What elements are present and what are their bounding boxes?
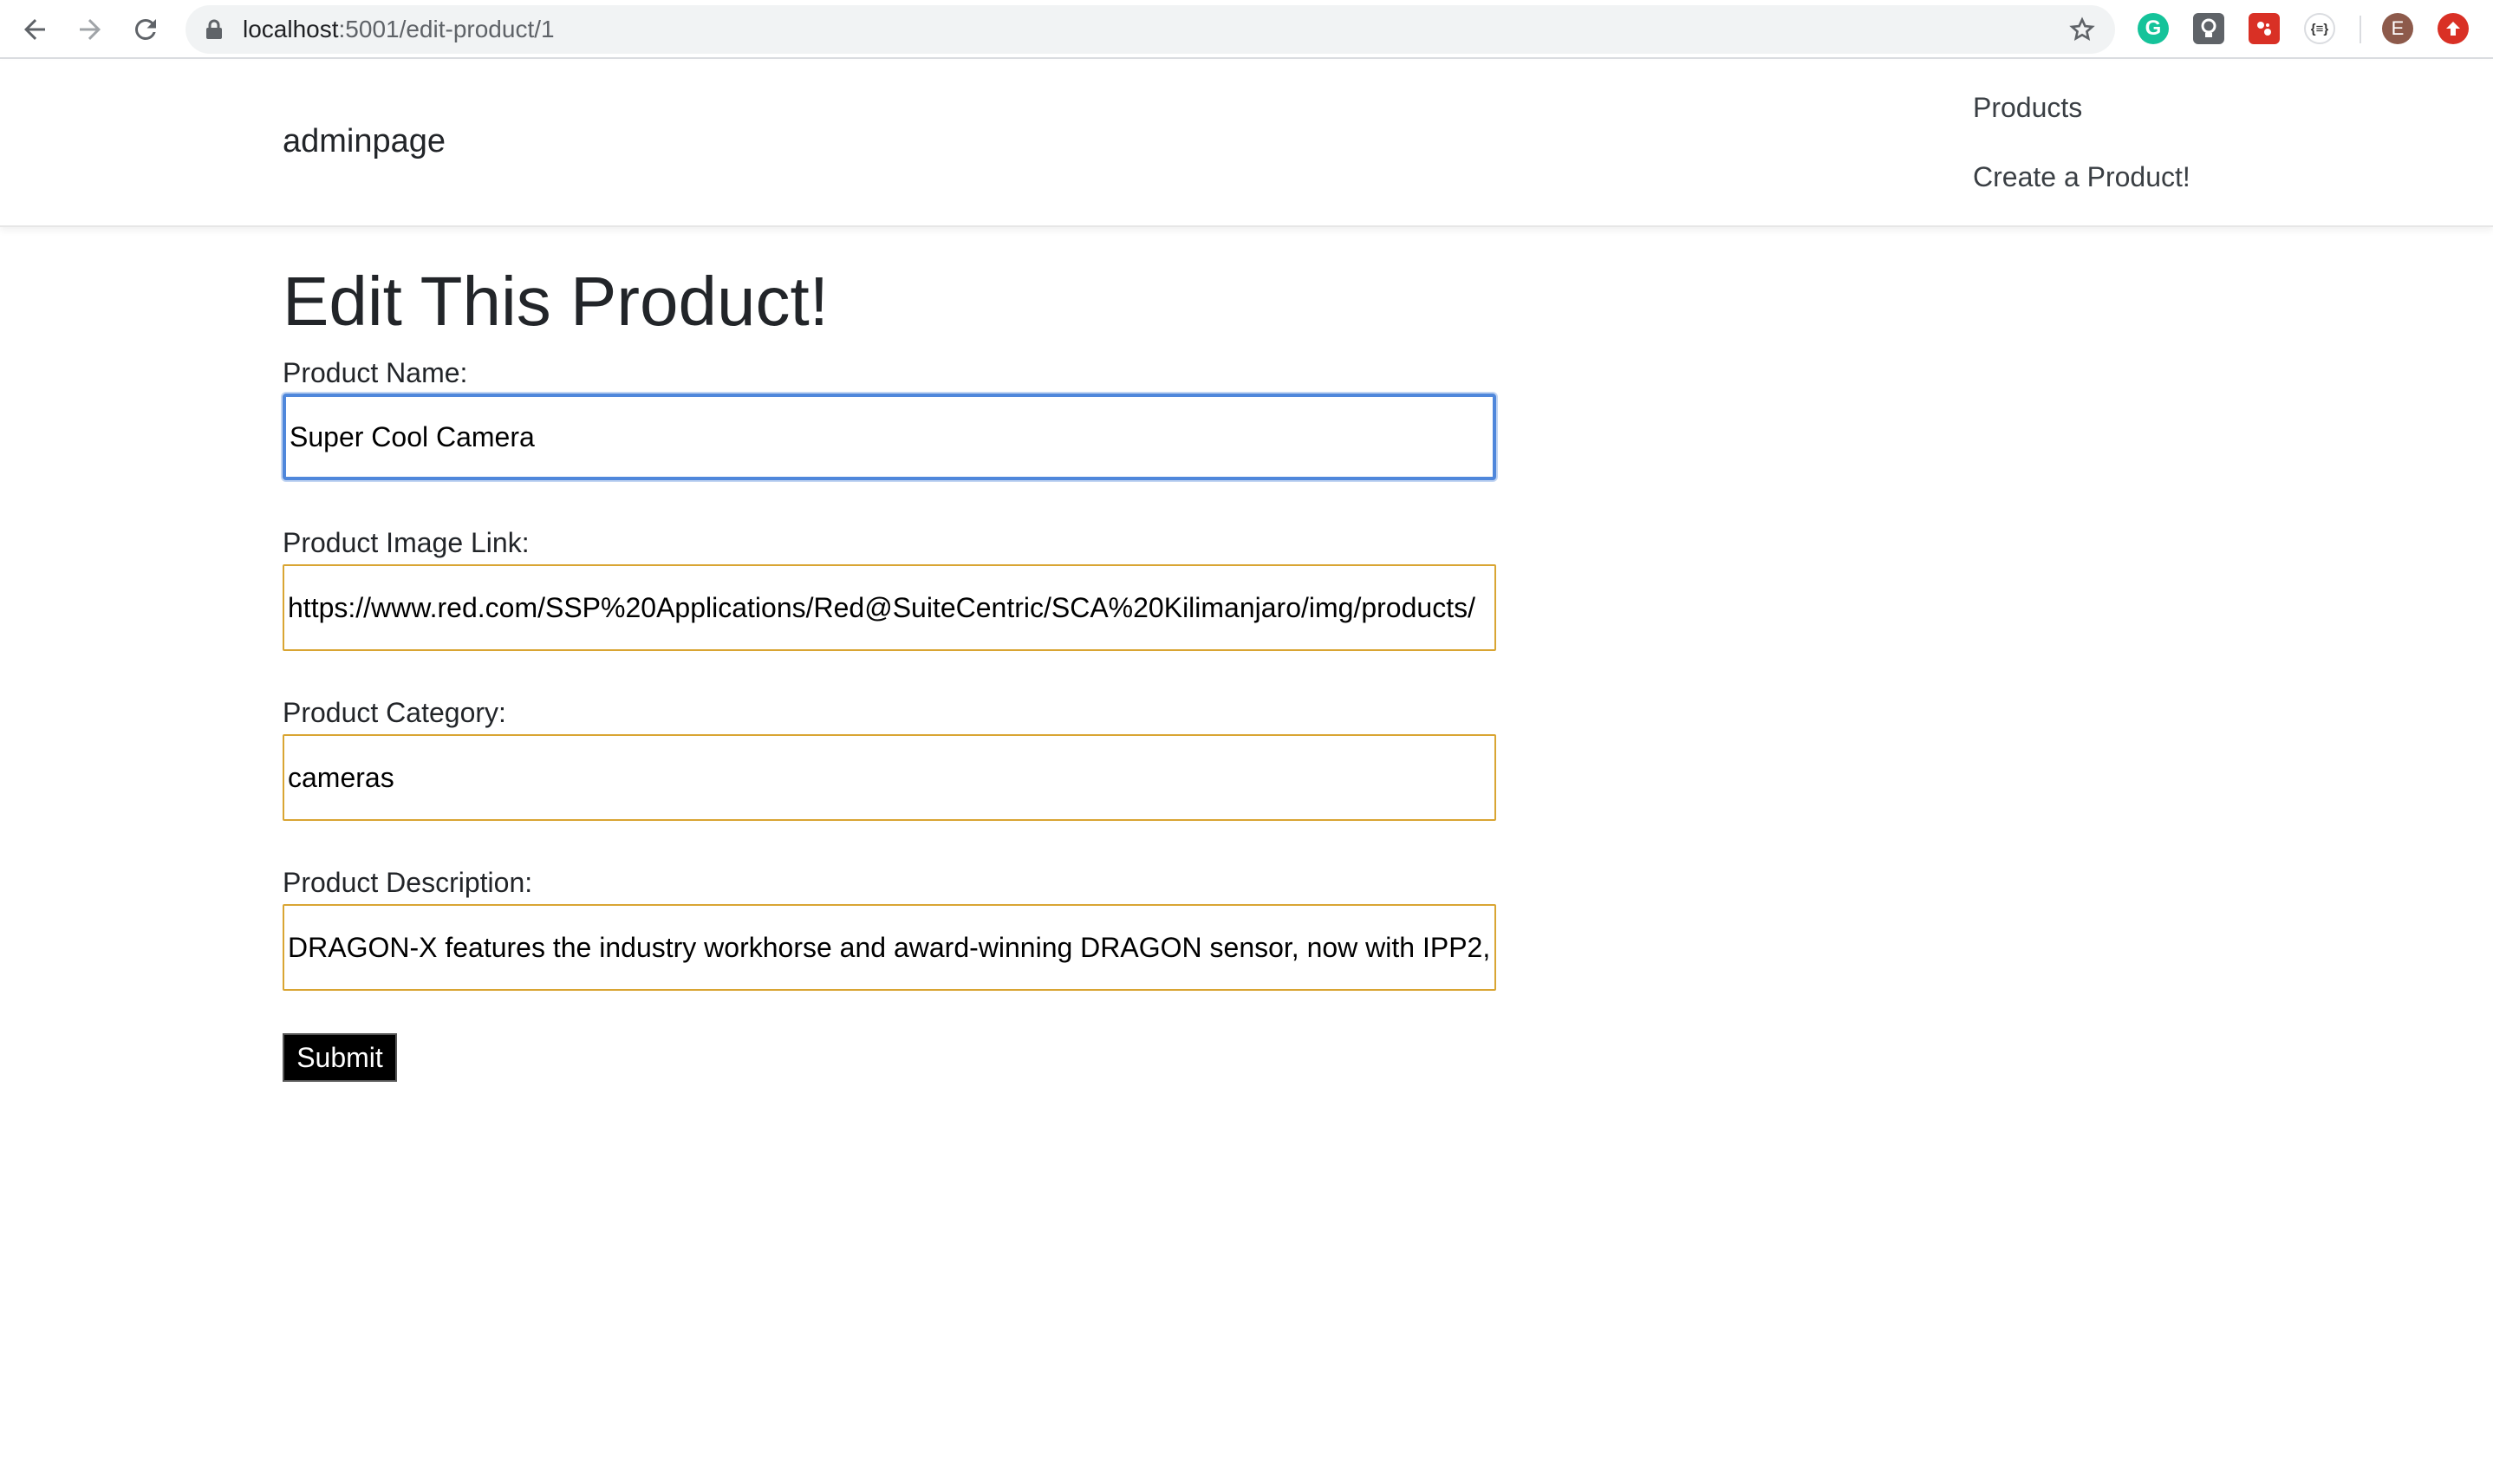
arrow-left-icon — [24, 19, 45, 40]
profile-initial: E — [2391, 17, 2405, 39]
product-name-input[interactable] — [283, 394, 1496, 480]
json-formatter-label: {≡} — [2310, 21, 2329, 36]
lightbulb-extension-icon[interactable] — [2193, 13, 2224, 44]
update-extension-icon[interactable] — [2438, 13, 2469, 44]
grammarly-extension-icon[interactable]: G — [2138, 13, 2169, 44]
nav-link-products[interactable]: Products — [1973, 92, 2082, 124]
profile-avatar[interactable]: E — [2382, 13, 2413, 44]
lightbulb-icon — [2201, 18, 2216, 37]
bookmark-star-icon[interactable] — [2068, 16, 2096, 43]
json-formatter-extension-icon[interactable]: {≡} — [2304, 13, 2335, 44]
red-extension-icon[interactable] — [2249, 13, 2280, 44]
toolbar-divider — [2360, 16, 2361, 43]
url-text: localhost:5001/edit-product/1 — [243, 16, 555, 43]
product-description-input[interactable] — [283, 904, 1496, 991]
nav-link-create-product[interactable]: Create a Product! — [1973, 161, 2190, 193]
arrow-right-icon — [80, 19, 101, 40]
brand-logo-text[interactable]: adminpage — [283, 123, 446, 160]
grammarly-letter: G — [2145, 16, 2162, 40]
product-category-label: Product Category: — [283, 697, 506, 728]
lock-icon — [206, 19, 222, 39]
product-description-label: Product Description: — [283, 867, 533, 898]
site-header: adminpage Products Create a Product! — [0, 61, 2493, 227]
reload-icon — [134, 18, 156, 40]
address-bar[interactable]: localhost:5001/edit-product/1 — [186, 5, 2115, 54]
reload-button[interactable] — [125, 9, 166, 50]
product-image-label: Product Image Link: — [283, 527, 530, 558]
url-host: localhost — [243, 16, 339, 42]
url-path: :5001/edit-product/1 — [338, 16, 555, 42]
product-category-input[interactable] — [283, 734, 1496, 821]
product-image-input[interactable] — [283, 564, 1496, 651]
product-name-label: Product Name: — [283, 357, 468, 388]
puzzle-icon — [2257, 22, 2271, 36]
back-button[interactable] — [14, 9, 55, 50]
browser-toolbar: localhost:5001/edit-product/1 G {≡} E — [0, 0, 2493, 59]
page-title: Edit This Product! — [283, 263, 829, 340]
forward-button[interactable] — [69, 9, 111, 50]
submit-button[interactable]: Submit — [283, 1033, 397, 1082]
arrow-up-icon — [2446, 22, 2460, 36]
